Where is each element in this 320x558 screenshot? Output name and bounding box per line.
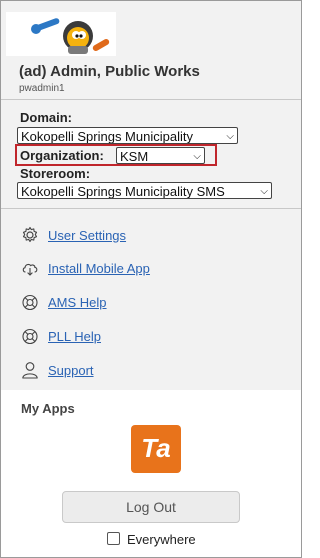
chevron-down-icon: ⌵ [193, 151, 201, 162]
support-link[interactable]: Support [48, 363, 94, 378]
organization-select-value: KSM [120, 149, 149, 164]
menu-item-pll-help[interactable]: PLL Help [21, 325, 101, 347]
user-login-id: pwadmin1 [19, 83, 65, 94]
storeroom-label: Storeroom: [20, 166, 91, 181]
domain-select[interactable]: Kokopelli Springs Municipality ⌵ [17, 127, 238, 144]
menu-item-support[interactable]: Support [21, 359, 94, 381]
organization-label: Organization: [20, 148, 104, 163]
menu-item-ams-help[interactable]: AMS Help [21, 291, 107, 313]
storeroom-select[interactable]: Kokopelli Springs Municipality SMS ⌵ [17, 182, 272, 199]
my-apps-heading: My Apps [21, 401, 75, 416]
pll-help-link[interactable]: PLL Help [48, 329, 101, 344]
ta-app-tile[interactable]: Ta [131, 425, 181, 473]
lifebuoy-icon [22, 294, 38, 311]
menu-item-install-mobile-app[interactable]: Install Mobile App [21, 257, 150, 279]
person-icon [22, 362, 38, 379]
app-logo [6, 12, 116, 56]
mascot-logo-icon [6, 12, 116, 56]
divider [1, 99, 301, 100]
organization-select[interactable]: KSM ⌵ [116, 147, 205, 164]
ams-help-link[interactable]: AMS Help [48, 295, 107, 310]
gear-icon [22, 226, 38, 243]
menu-item-user-settings[interactable]: User Settings [21, 224, 126, 246]
install-mobile-app-link[interactable]: Install Mobile App [48, 261, 150, 276]
log-out-button[interactable]: Log Out [62, 491, 240, 523]
user-menu-panel: (ad) Admin, Public Works pwadmin1 Domain… [0, 0, 302, 558]
lifebuoy-icon [22, 328, 38, 345]
user-settings-link[interactable]: User Settings [48, 228, 126, 243]
storeroom-select-value: Kokopelli Springs Municipality SMS [21, 184, 225, 199]
everywhere-label: Everywhere [127, 532, 196, 547]
cloud-download-icon [22, 263, 38, 276]
divider [1, 208, 301, 209]
chevron-down-icon: ⌵ [226, 131, 234, 142]
user-display-name: (ad) Admin, Public Works [19, 63, 200, 80]
everywhere-option[interactable]: Everywhere [107, 532, 196, 547]
everywhere-checkbox[interactable] [107, 532, 120, 545]
domain-label: Domain: [20, 110, 72, 125]
chevron-down-icon: ⌵ [260, 186, 268, 197]
domain-select-value: Kokopelli Springs Municipality [21, 129, 193, 144]
